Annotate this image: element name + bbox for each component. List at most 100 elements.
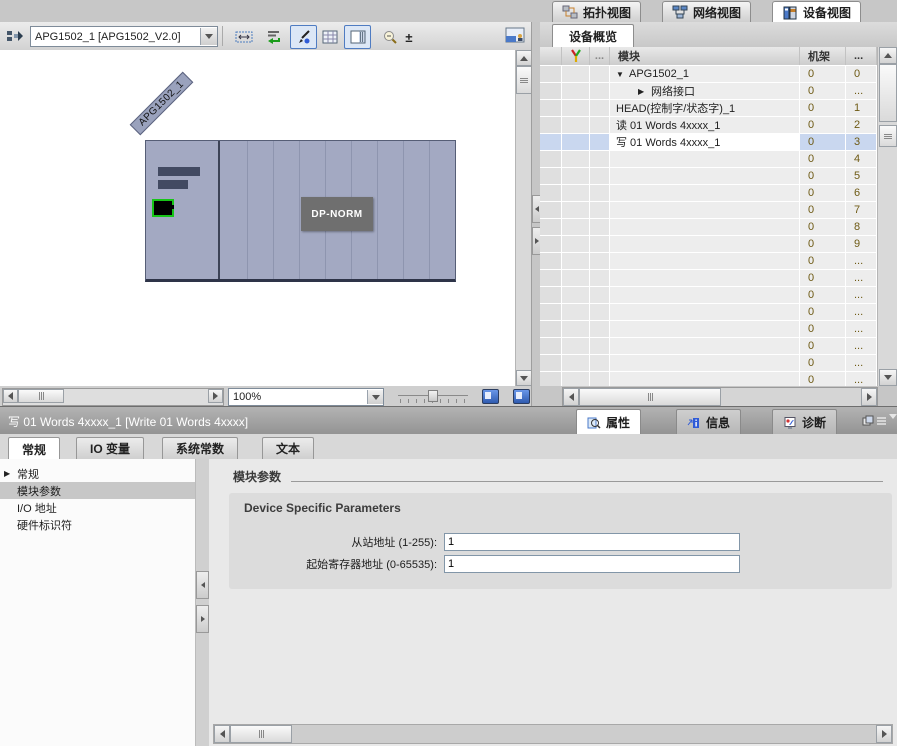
subtab-general[interactable]: 常规 bbox=[8, 437, 60, 460]
device-overview-table: ... 模块 机架 ... ▼APG1502_1 0 0 ▶网络接口 bbox=[540, 47, 877, 386]
view-tab-label: 设备视图 bbox=[803, 4, 851, 21]
add-device-icon[interactable] bbox=[6, 27, 24, 45]
table-row[interactable]: ▶网络接口 0 ... bbox=[540, 83, 877, 100]
cell-slot: 7 bbox=[846, 202, 877, 218]
view-tab-topology[interactable]: 拓扑视图 bbox=[552, 1, 641, 22]
table-row[interactable]: 0 6 bbox=[540, 185, 877, 202]
scroll-up-button[interactable] bbox=[516, 50, 532, 66]
scroll-thumb[interactable] bbox=[230, 725, 292, 743]
cell-slot: 2 bbox=[846, 117, 877, 133]
duplicate-pane-icon[interactable] bbox=[862, 415, 874, 427]
start-register-input[interactable] bbox=[444, 555, 740, 573]
address-labels-button[interactable] bbox=[260, 25, 287, 49]
table-row[interactable]: 写 01 Words 4xxxx_1 0 3 bbox=[540, 134, 877, 151]
fit-to-view-icon[interactable] bbox=[513, 389, 530, 404]
scroll-right-button[interactable] bbox=[876, 725, 892, 743]
zoom-slider[interactable] bbox=[398, 389, 468, 403]
properties-icon bbox=[587, 416, 601, 430]
table-row[interactable]: 0 ... bbox=[540, 304, 877, 321]
tab-device-overview[interactable]: 设备概览 bbox=[552, 24, 634, 47]
table-row[interactable]: 0 ... bbox=[540, 372, 877, 386]
scroll-down-button[interactable] bbox=[516, 370, 532, 386]
cell-slot: ... bbox=[846, 355, 877, 371]
grid-view-button[interactable] bbox=[316, 25, 343, 49]
table-row[interactable]: 0 ... bbox=[540, 321, 877, 338]
cell-module: 读 01 Words 4xxxx_1 bbox=[610, 117, 800, 133]
overview-tab-bar: 设备概览 bbox=[540, 22, 897, 48]
nav-item-general[interactable]: ▶常规 bbox=[0, 465, 195, 482]
scroll-down-button[interactable] bbox=[879, 369, 897, 386]
scroll-thumb[interactable] bbox=[879, 64, 897, 122]
tab-info[interactable]: 信息 bbox=[676, 409, 741, 435]
slave-address-input[interactable] bbox=[444, 533, 740, 551]
tab-diagnostics[interactable]: 诊断 bbox=[772, 409, 837, 435]
table-row[interactable]: 0 8 bbox=[540, 219, 877, 236]
start-register-label: 起始寄存器地址 (0-65535): bbox=[229, 556, 444, 572]
cell-slot: 4 bbox=[846, 151, 877, 167]
table-row[interactable]: 0 5 bbox=[540, 168, 877, 185]
device-module-graphic[interactable]: DP-NORM bbox=[145, 140, 456, 282]
content-horizontal-scrollbar[interactable] bbox=[213, 724, 893, 744]
table-row[interactable]: 0 ... bbox=[540, 287, 877, 304]
table-row[interactable]: 0 7 bbox=[540, 202, 877, 219]
table-row[interactable]: 0 9 bbox=[540, 236, 877, 253]
view-tab-bar: 拓扑视图 网络视图 设备视图 bbox=[0, 0, 897, 23]
scroll-left-button[interactable] bbox=[3, 389, 18, 403]
nav-splitter[interactable] bbox=[196, 459, 210, 746]
table-row[interactable]: ▼APG1502_1 0 0 bbox=[540, 66, 877, 83]
nav-item-hardware-identifier[interactable]: 硬件标识符 bbox=[0, 516, 195, 533]
overview-horizontal-scrollbar[interactable] bbox=[540, 386, 897, 406]
table-row[interactable]: 读 01 Words 4xxxx_1 0 2 bbox=[540, 117, 877, 134]
table-row[interactable]: 0 ... bbox=[540, 253, 877, 270]
subtab-io-tags[interactable]: IO 变量 bbox=[76, 437, 144, 459]
scroll-right-button[interactable] bbox=[861, 388, 877, 406]
canvas-horizontal-scrollbar[interactable] bbox=[2, 388, 224, 406]
rack-view-button[interactable] bbox=[344, 25, 371, 49]
scroll-left-button[interactable] bbox=[563, 388, 579, 406]
canvas-vertical-scrollbar[interactable] bbox=[515, 50, 532, 386]
collapse-chevron-icon[interactable] bbox=[889, 419, 897, 433]
cell-rack: 0 bbox=[800, 253, 846, 269]
scroll-thumb[interactable] bbox=[579, 388, 721, 406]
scroll-thumb[interactable] bbox=[516, 66, 532, 94]
subtab-system-constants[interactable]: 系统常数 bbox=[162, 437, 238, 459]
zoom-out-button[interactable] bbox=[376, 25, 403, 49]
scroll-left-button[interactable] bbox=[214, 725, 230, 743]
zoom-step-button[interactable]: ± bbox=[400, 25, 418, 49]
measure-button[interactable] bbox=[230, 25, 257, 49]
scroll-right-button[interactable] bbox=[208, 389, 223, 403]
module-vent-bar bbox=[158, 180, 188, 189]
tab-properties[interactable]: 属性 bbox=[576, 409, 641, 435]
device-view-icon bbox=[782, 6, 798, 20]
table-row[interactable]: 0 ... bbox=[540, 355, 877, 372]
cell-rack: 0 bbox=[800, 151, 846, 167]
collapse-left-button[interactable] bbox=[196, 571, 209, 599]
device-selector[interactable]: APG1502_1 [APG1502_V2.0] bbox=[30, 26, 218, 47]
fit-to-view-icon[interactable] bbox=[482, 389, 499, 404]
scroll-thumb[interactable] bbox=[18, 389, 64, 403]
zoom-level-dropdown[interactable]: 100% bbox=[228, 388, 384, 406]
table-row[interactable]: 0 ... bbox=[540, 270, 877, 287]
view-tab-network[interactable]: 网络视图 bbox=[662, 1, 751, 22]
subtab-texts[interactable]: 文本 bbox=[262, 437, 314, 459]
device-canvas[interactable]: APG1502_1 DP-NORM bbox=[0, 50, 515, 386]
scroll-up-button[interactable] bbox=[879, 47, 897, 64]
zoom-slider-thumb[interactable] bbox=[428, 390, 438, 402]
view-tab-device[interactable]: 设备视图 bbox=[772, 1, 861, 23]
select-tool-button[interactable] bbox=[290, 25, 317, 49]
table-row[interactable]: HEAD(控制字/状态字)_1 0 1 bbox=[540, 100, 877, 117]
chevron-down-icon[interactable] bbox=[200, 28, 217, 45]
nav-item-module-parameters[interactable]: 模块参数 bbox=[0, 482, 195, 499]
table-row[interactable]: 0 4 bbox=[540, 151, 877, 168]
chevron-down-icon[interactable] bbox=[367, 390, 383, 404]
scroll-grip[interactable] bbox=[879, 125, 897, 147]
cell-module bbox=[610, 168, 800, 184]
cell-rack: 0 bbox=[800, 270, 846, 286]
split-editor-button[interactable] bbox=[505, 27, 523, 45]
nav-item-io-addresses[interactable]: I/O 地址 bbox=[0, 499, 195, 516]
table-row[interactable]: 0 ... bbox=[540, 338, 877, 355]
overview-vertical-scrollbar[interactable] bbox=[877, 47, 897, 386]
menu-lines-icon[interactable] bbox=[876, 415, 887, 426]
cell-rack: 0 bbox=[800, 287, 846, 303]
collapse-right-button[interactable] bbox=[196, 605, 209, 633]
